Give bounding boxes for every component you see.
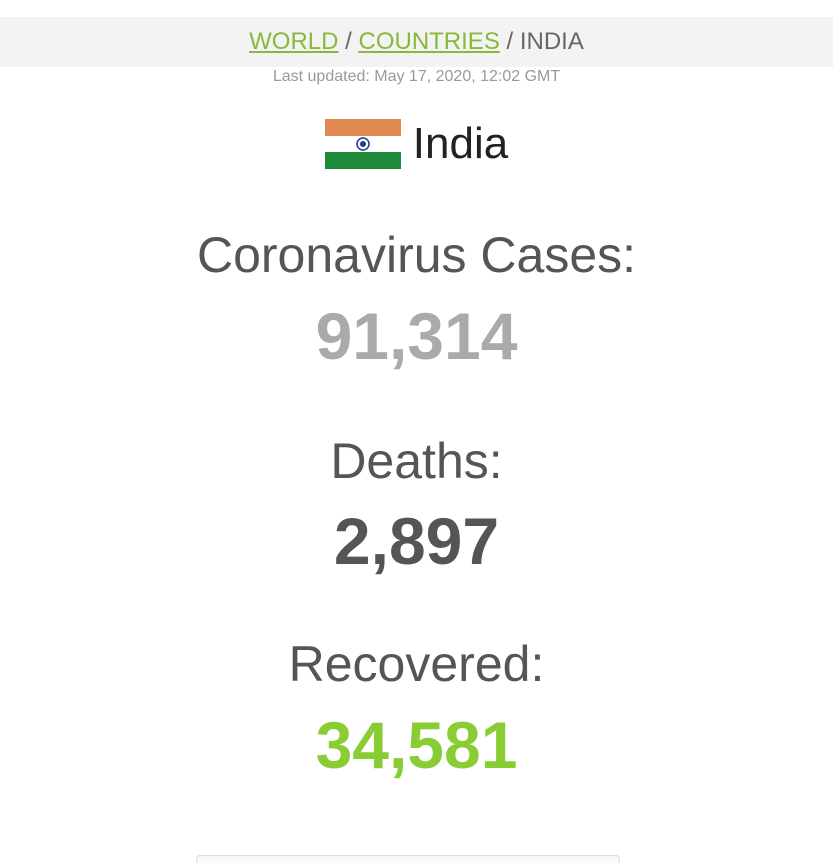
recovered-label: Recovered: (288, 636, 545, 692)
breadcrumb-link-countries[interactable]: COUNTRIES (358, 28, 499, 55)
breadcrumb-link-world[interactable]: WORLD (249, 28, 338, 55)
cases-value: 91,314 (315, 299, 518, 373)
country-header: India (0, 116, 833, 176)
content-box (196, 855, 620, 863)
country-name: India (412, 119, 509, 168)
page: WORLD / COUNTRIES / INDIA Last updated: … (0, 0, 833, 863)
deaths-label: Deaths: (330, 433, 503, 489)
india-flag-icon (324, 119, 401, 169)
breadcrumb-separator: / (345, 28, 352, 55)
last-updated-text: Last updated: May 17, 2020, 12:02 GMT (272, 68, 561, 85)
deaths-value: 2,897 (333, 504, 500, 578)
breadcrumb: WORLD / COUNTRIES / INDIA (0, 17, 833, 67)
breadcrumb-separator: / (506, 28, 514, 55)
breadcrumb-current: INDIA (519, 28, 584, 55)
cases-label: Coronavirus Cases: (196, 227, 637, 283)
recovered-value: 34,581 (315, 708, 518, 782)
